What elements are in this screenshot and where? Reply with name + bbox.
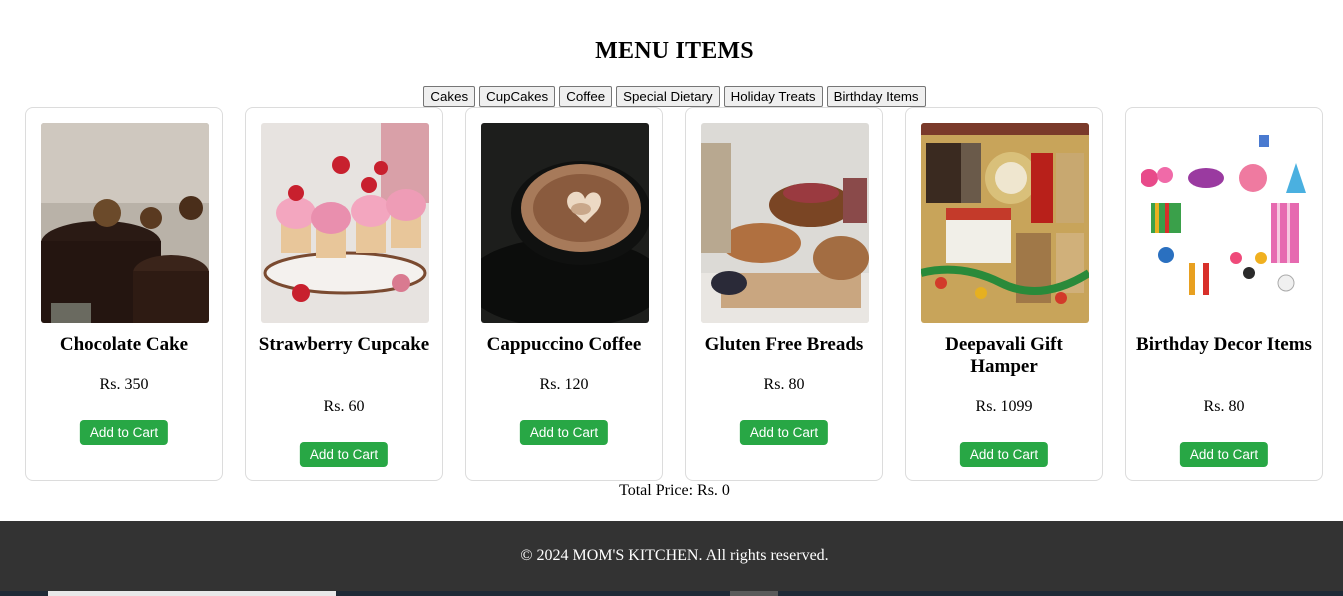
cappuccino-coffee-image xyxy=(481,123,649,323)
filter-holiday-treats-button[interactable]: Holiday Treats xyxy=(723,86,823,107)
item-price: Rs. 80 xyxy=(763,376,805,393)
add-to-cart-button[interactable]: Add to Cart xyxy=(79,420,169,445)
category-filter-bar: Cakes CupCakes Coffee Special Dietary Ho… xyxy=(0,86,1343,107)
menu-item-card: Gluten Free Breads Rs. 80 Add to Cart xyxy=(685,107,883,481)
taskbar-window xyxy=(48,591,336,596)
add-to-cart-button[interactable]: Add to Cart xyxy=(519,420,609,445)
footer: © 2024 MOM'S KITCHEN. All rights reserve… xyxy=(0,521,1343,596)
item-name: Cappuccino Coffee xyxy=(486,334,642,355)
item-name: Deepavali Gift Hamper xyxy=(945,334,1063,377)
menu-item-card: Deepavali Gift Hamper Rs. 1099 Add to Ca… xyxy=(905,107,1103,481)
filter-special-dietary-button[interactable]: Special Dietary xyxy=(616,86,720,107)
menu-item-card: Birthday Decor Items Rs. 80 Add to Cart xyxy=(1125,107,1323,481)
taskbar-strip xyxy=(0,591,1343,596)
item-name: Chocolate Cake xyxy=(59,334,189,355)
page-title: MENU ITEMS xyxy=(595,38,754,64)
taskbar-icon xyxy=(730,591,778,596)
strawberry-cupcake-image xyxy=(261,123,429,323)
item-price: Rs. 1099 xyxy=(975,398,1033,415)
filter-birthday-items-button[interactable]: Birthday Items xyxy=(826,86,926,107)
chocolate-cake-image xyxy=(41,123,209,323)
add-to-cart-button[interactable]: Add to Cart xyxy=(299,442,389,467)
add-to-cart-button[interactable]: Add to Cart xyxy=(959,442,1049,467)
item-name: Gluten Free Breads xyxy=(704,334,864,355)
add-to-cart-button[interactable]: Add to Cart xyxy=(739,420,829,445)
item-price: Rs. 120 xyxy=(539,376,589,393)
item-name: Strawberry Cupcake xyxy=(258,334,430,355)
add-to-cart-button[interactable]: Add to Cart xyxy=(1179,442,1269,467)
menu-item-card: Chocolate Cake Rs. 350 Add to Cart xyxy=(25,107,223,481)
item-price: Rs. 60 xyxy=(323,398,365,415)
item-price: Rs. 80 xyxy=(1203,398,1245,415)
filter-cakes-button[interactable]: Cakes xyxy=(423,86,476,107)
total-price: Total Price: Rs. 0 xyxy=(619,482,730,499)
item-name: Birthday Decor Items xyxy=(1136,334,1312,355)
filter-cupcakes-button[interactable]: CupCakes xyxy=(479,86,556,107)
menu-item-card: Strawberry Cupcake Rs. 60 Add to Cart xyxy=(245,107,443,481)
deepavali-gift-hamper-image xyxy=(921,123,1089,323)
gluten-free-breads-image xyxy=(701,123,869,323)
filter-coffee-button[interactable]: Coffee xyxy=(559,86,613,107)
footer-copyright: © 2024 MOM'S KITCHEN. All rights reserve… xyxy=(520,547,829,564)
menu-item-card: Cappuccino Coffee Rs. 120 Add to Cart xyxy=(465,107,663,481)
item-price: Rs. 350 xyxy=(99,376,149,393)
birthday-decor-items-image xyxy=(1141,123,1309,323)
